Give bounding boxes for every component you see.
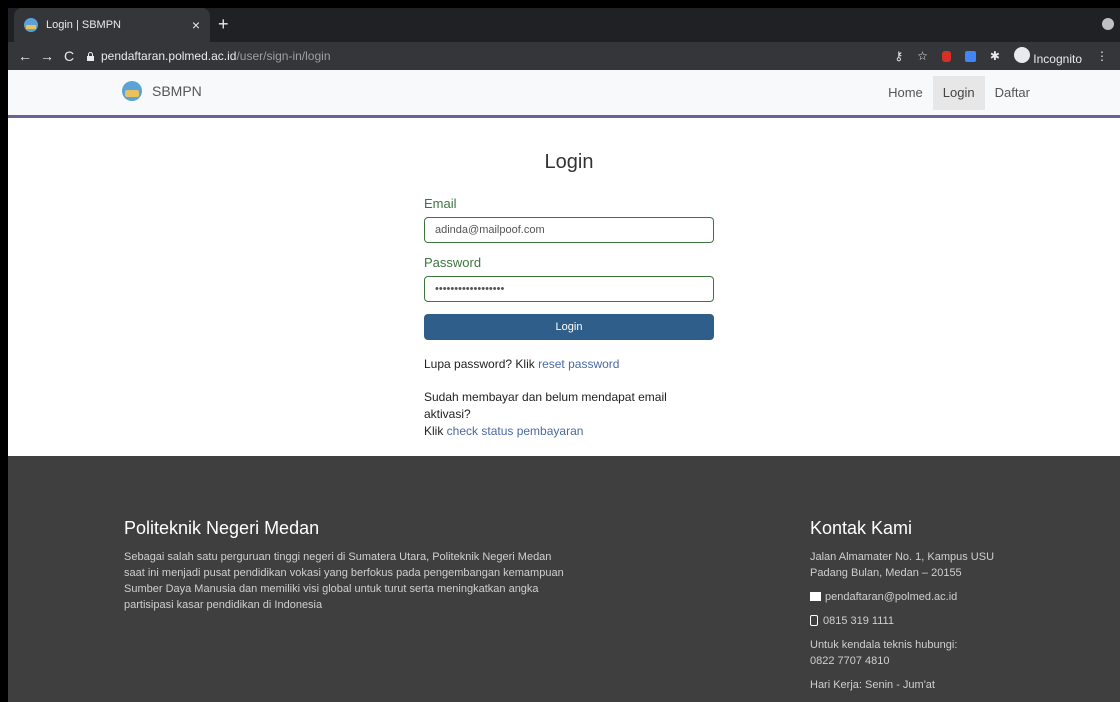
payment-prefix: Klik (424, 424, 447, 438)
forgot-password-note: Lupa password? Klik reset password (424, 356, 714, 373)
reload-icon[interactable]: C (58, 48, 80, 64)
extension-red-icon[interactable] (941, 50, 951, 62)
footer-email[interactable]: pendaftaran@polmed.ac.id (825, 591, 957, 603)
browser-addressbar: ← → C pendaftaran.polmed.ac.id/user/sign… (8, 42, 1120, 70)
address-bar[interactable]: pendaftaran.polmed.ac.id/user/sign-in/lo… (80, 44, 894, 68)
footer-hours: Hari Kerja: Senin - Jum'at (810, 679, 935, 691)
footer-phone: 0815 319 1111 (823, 615, 894, 627)
tab-close-icon[interactable]: × (192, 17, 200, 33)
footer-about-desc: Sebagai salah satu perguruan tinggi nege… (124, 551, 564, 611)
back-icon[interactable]: ← (14, 48, 36, 64)
envelope-icon (810, 592, 821, 601)
site-navbar: SBMPN Home Login Daftar (8, 70, 1120, 118)
footer-about-title: Politeknik Negeri Medan (124, 518, 320, 538)
footer-email-row: pendaftaran@polmed.ac.id (810, 589, 1050, 605)
address-line-1: Jalan Almamater No. 1, Kampus USU (810, 551, 995, 563)
nav-links: Home Login Daftar (878, 76, 1040, 110)
lock-icon (87, 51, 94, 61)
browser-tabbar: Login | SBMPN × + (8, 8, 1120, 42)
footer-tech-support: Untuk kendala teknis hubungi: 0822 7707 … (810, 637, 1050, 669)
url-host: pendaftaran.polmed.ac.id (101, 49, 237, 63)
browser-menu-icon[interactable]: ⋮ (1096, 49, 1108, 63)
brand-label: SBMPN (152, 83, 202, 99)
footer-contact-title: Kontak Kami (810, 518, 913, 538)
bookmark-star-icon[interactable]: ☆ (917, 49, 928, 63)
site-footer: Politeknik Negeri Medan Sebagai salah sa… (8, 456, 1120, 702)
new-tab-icon[interactable]: + (218, 14, 229, 34)
login-form: Login Email Password Login Lupa password… (424, 121, 714, 440)
footer-address: Jalan Almamater No. 1, Kampus USU Padang… (810, 549, 1050, 581)
forgot-prefix: Lupa password? Klik (424, 357, 539, 371)
incognito-label: Incognito (1033, 51, 1082, 66)
footer-about: Politeknik Negeri Medan Sebagai salah sa… (124, 518, 564, 613)
payment-status-note: Sudah membayar dan belum mendapat email … (424, 389, 714, 440)
polmed-logo-icon (122, 81, 142, 101)
incognito-indicator[interactable]: Incognito (1013, 46, 1082, 66)
payment-text: Sudah membayar dan belum mendapat email … (424, 390, 667, 421)
footer-phone-row: 0815 319 1111 (810, 613, 1050, 629)
incognito-icon (1013, 46, 1030, 63)
reset-password-link[interactable]: reset password (538, 357, 619, 371)
brand[interactable]: SBMPN (122, 81, 202, 101)
screen: Login | SBMPN × + ← → C pendaftaran.polm… (8, 8, 1120, 702)
extension-blue-icon[interactable] (964, 50, 976, 62)
email-label: Email (424, 196, 457, 211)
tab-title: Login | SBMPN (46, 19, 122, 31)
forward-icon[interactable]: → (36, 48, 58, 64)
url-path: /user/sign-in/login (236, 49, 331, 63)
footer-contact: Kontak Kami Jalan Almamater No. 1, Kampu… (810, 518, 1050, 693)
nav-login[interactable]: Login (932, 76, 985, 110)
extensions-puzzle-icon[interactable]: ✱ (990, 49, 1000, 63)
login-button[interactable]: Login (424, 314, 714, 340)
key-icon[interactable]: ⚷ (894, 49, 903, 63)
email-field[interactable] (424, 217, 714, 243)
nav-home[interactable]: Home (878, 76, 933, 110)
address-line-2: Padang Bulan, Medan – 20155 (810, 567, 962, 579)
password-field[interactable] (424, 276, 714, 302)
nav-daftar[interactable]: Daftar (985, 76, 1040, 110)
browser-tab[interactable]: Login | SBMPN × (14, 8, 210, 42)
check-status-link[interactable]: check status pembayaran (447, 424, 584, 438)
tech-phone: 0822 7707 4810 (810, 655, 890, 667)
page-title: Login (544, 151, 594, 173)
window-menu-icon[interactable] (1102, 18, 1114, 30)
main-content: Login Email Password Login Lupa password… (8, 121, 1120, 456)
password-label: Password (424, 255, 482, 270)
tech-label: Untuk kendala teknis hubungi: (810, 639, 958, 651)
site-favicon-icon (24, 18, 38, 32)
phone-icon (810, 615, 818, 626)
